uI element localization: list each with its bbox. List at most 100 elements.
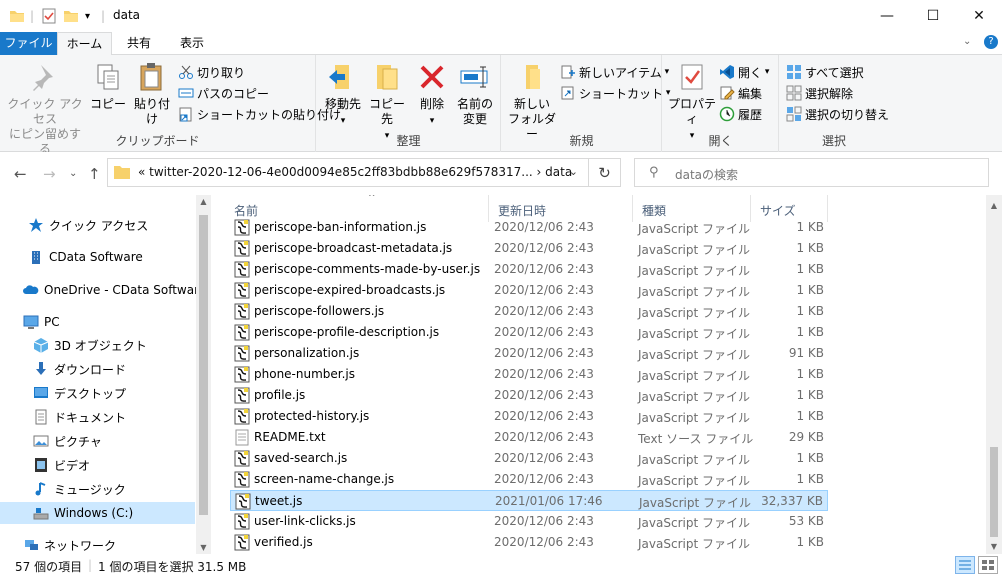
invert-selection-button[interactable]: 選択の切り替え bbox=[786, 104, 889, 124]
nav-3d-objects[interactable]: 3D オブジェクト bbox=[0, 334, 195, 356]
file-row[interactable]: tweet.js 2021/01/06 17:46 JavaScript ファイル 3… bbox=[230, 490, 828, 511]
file-row[interactable]: screen-name-change.js 2020/12/06 2:43 Java… bbox=[230, 469, 828, 490]
search-input[interactable]: dataの検索 bbox=[675, 166, 738, 183]
file-type: JavaScript ファイル bbox=[638, 222, 750, 236]
up-arrow-icon[interactable]: ↑ bbox=[88, 165, 101, 183]
nav-music[interactable]: ミュージック bbox=[0, 478, 195, 500]
file-row[interactable]: phone-number.js 2020/12/06 2:43 JavaScript… bbox=[230, 364, 828, 385]
new-folder-qa-icon[interactable] bbox=[63, 7, 79, 25]
cut-label: 切り取り bbox=[197, 65, 246, 80]
file-row[interactable]: periscope-followers.js 2020/12/06 2:43 Jav… bbox=[230, 301, 828, 322]
file-name: periscope-profile-description.js bbox=[254, 325, 440, 339]
tab-file[interactable]: ファイル bbox=[0, 32, 57, 55]
help-icon[interactable]: ? bbox=[984, 35, 998, 49]
paste-shortcut-icon bbox=[179, 107, 192, 122]
copy-button[interactable]: コピー bbox=[90, 61, 126, 112]
scrollbar-thumb[interactable] bbox=[990, 447, 998, 537]
file-row[interactable]: user-link-clicks.js 2020/12/06 2:43 JavaSc… bbox=[230, 511, 828, 532]
file-row[interactable]: verified.js 2020/12/06 2:43 JavaScript ファイ… bbox=[230, 532, 828, 553]
nav-pictures[interactable]: ピクチャ bbox=[0, 430, 195, 452]
new-item-icon bbox=[561, 65, 575, 79]
status-bar: 57 個の項目 | 1 個の項目を選択 31.5 MB bbox=[0, 554, 1002, 577]
large-icons-view-icon[interactable] bbox=[978, 556, 998, 574]
recent-locations-icon[interactable]: ⌄ bbox=[69, 168, 77, 179]
scroll-up-icon[interactable]: ▲ bbox=[986, 201, 1002, 210]
file-row[interactable]: periscope-profile-description.js 2020/12/… bbox=[230, 322, 828, 343]
select-none-button[interactable]: 選択解除 bbox=[786, 83, 853, 103]
history-button[interactable]: 履歴 bbox=[719, 104, 762, 124]
properties-qa-icon[interactable] bbox=[41, 7, 57, 25]
file-name: screen-name-change.js bbox=[254, 472, 395, 486]
network-icon bbox=[25, 540, 38, 550]
file-row[interactable]: periscope-expired-broadcasts.js 2020/12/0… bbox=[230, 280, 828, 301]
nav-onedrive[interactable]: OneDrive - CData Software bbox=[0, 279, 206, 301]
file-date: 2020/12/06 2:43 bbox=[494, 262, 594, 276]
nav-quick-access[interactable]: クイック アクセス bbox=[0, 214, 195, 236]
nav-windows-c[interactable]: Windows (C:) bbox=[0, 502, 195, 524]
customize-qa-icon[interactable]: ▾ bbox=[85, 7, 90, 25]
delete-x-icon bbox=[420, 65, 444, 89]
scrollbar-thumb[interactable] bbox=[199, 215, 208, 515]
file-date: 2020/12/06 2:43 bbox=[494, 514, 594, 528]
new-item-button[interactable]: 新しいアイテム ▾ bbox=[560, 62, 669, 82]
back-arrow-icon[interactable]: ← bbox=[14, 165, 27, 183]
forward-arrow-icon[interactable]: → bbox=[43, 165, 56, 183]
nav-downloads[interactable]: ダウンロード bbox=[0, 358, 195, 380]
details-view-icon[interactable] bbox=[955, 556, 975, 574]
file-list-scrollbar[interactable]: ▲ ▼ bbox=[986, 195, 1002, 554]
file-type: Text ソース ファイル bbox=[638, 432, 754, 446]
new-group: 新しい フォルダー 新しいアイテム ▾ ショートカット ▾ 新規 bbox=[502, 55, 670, 152]
file-row[interactable]: saved-search.js 2020/12/06 2:43 JavaScript… bbox=[230, 448, 828, 469]
delete-button[interactable]: 削除 ▾ bbox=[413, 61, 451, 129]
open-button[interactable]: 開く ▾ bbox=[719, 62, 769, 82]
file-row[interactable]: protected-history.js 2020/12/06 2:43 JavaS… bbox=[230, 406, 828, 427]
search-box[interactable]: ⚲ dataの検索 bbox=[634, 158, 989, 187]
copy-path-button[interactable]: パスのコピー bbox=[178, 83, 269, 103]
file-row[interactable]: personalization.js 2020/12/06 2:43 JavaScr… bbox=[230, 343, 828, 364]
scroll-up-icon[interactable]: ▲ bbox=[196, 197, 211, 206]
select-all-button[interactable]: すべて選択 bbox=[786, 62, 864, 82]
file-date: 2020/12/06 2:43 bbox=[494, 367, 594, 381]
nav-label: デスクトップ bbox=[54, 386, 127, 401]
file-row[interactable]: periscope-comments-made-by-user.js 2020/1… bbox=[230, 259, 828, 280]
nav-pane-scrollbar[interactable]: ▲ ▼ bbox=[196, 195, 211, 554]
maximize-button[interactable]: ☐ bbox=[910, 0, 956, 32]
scroll-down-icon[interactable]: ▼ bbox=[986, 542, 1002, 551]
address-dropdown-icon[interactable]: ⌄ bbox=[569, 165, 578, 178]
rename-button[interactable]: 名前の 変更 bbox=[453, 61, 497, 127]
paste-button[interactable]: 貼り付け bbox=[130, 61, 174, 127]
tab-home[interactable]: ホーム bbox=[57, 32, 112, 56]
file-row[interactable]: periscope-ban-information.js 2020/12/06 2… bbox=[230, 217, 828, 238]
ribbon-tabs: ファイル ホーム 共有 表示 ⌄ ? bbox=[0, 32, 1002, 56]
refresh-icon[interactable]: ↻ bbox=[588, 159, 620, 186]
nav-pc[interactable]: PC bbox=[0, 311, 195, 333]
file-row[interactable]: README.txt 2020/12/06 2:43 Text ソース ファイル 29… bbox=[230, 427, 828, 448]
edit-button[interactable]: 編集 bbox=[719, 83, 762, 103]
file-name: saved-search.js bbox=[254, 451, 348, 465]
folder-icon bbox=[114, 166, 130, 179]
cut-button[interactable]: 切り取り bbox=[178, 62, 245, 82]
close-button[interactable]: ✕ bbox=[956, 0, 1002, 32]
easy-access-button[interactable]: ショートカット ▾ bbox=[560, 83, 670, 103]
invert-selection-icon bbox=[786, 106, 802, 122]
minimize-button[interactable]: — bbox=[864, 0, 910, 32]
clipboard-group-label: クリップボード bbox=[115, 134, 200, 148]
address-bar[interactable]: « twitter-2020-12-06-4e00d0094e85c2ff83b… bbox=[107, 158, 621, 187]
js-file-icon bbox=[234, 345, 250, 362]
scroll-down-icon[interactable]: ▼ bbox=[196, 543, 211, 552]
file-row[interactable]: profile.js 2020/12/06 2:43 JavaScript ファイル… bbox=[230, 385, 828, 406]
collapse-ribbon-icon[interactable]: ⌄ bbox=[963, 36, 971, 47]
nav-cdata-software[interactable]: CData Software bbox=[0, 246, 195, 268]
nav-network[interactable]: ネットワーク bbox=[0, 534, 195, 554]
nav-desktop[interactable]: デスクトップ bbox=[0, 382, 195, 404]
new-folder-button[interactable]: 新しい フォルダー bbox=[506, 61, 558, 142]
nav-videos[interactable]: ビデオ bbox=[0, 454, 195, 476]
file-type: JavaScript ファイル bbox=[639, 496, 751, 510]
file-row[interactable]: periscope-broadcast-metadata.js 2020/12/0… bbox=[230, 238, 828, 259]
tab-share[interactable]: 共有 bbox=[112, 32, 166, 55]
separator: | bbox=[88, 558, 93, 572]
copy-icon bbox=[97, 64, 119, 90]
move-to-button[interactable]: 移動先 ▾ bbox=[321, 61, 365, 129]
nav-documents[interactable]: ドキュメント bbox=[0, 406, 195, 428]
tab-view[interactable]: 表示 bbox=[166, 32, 218, 55]
